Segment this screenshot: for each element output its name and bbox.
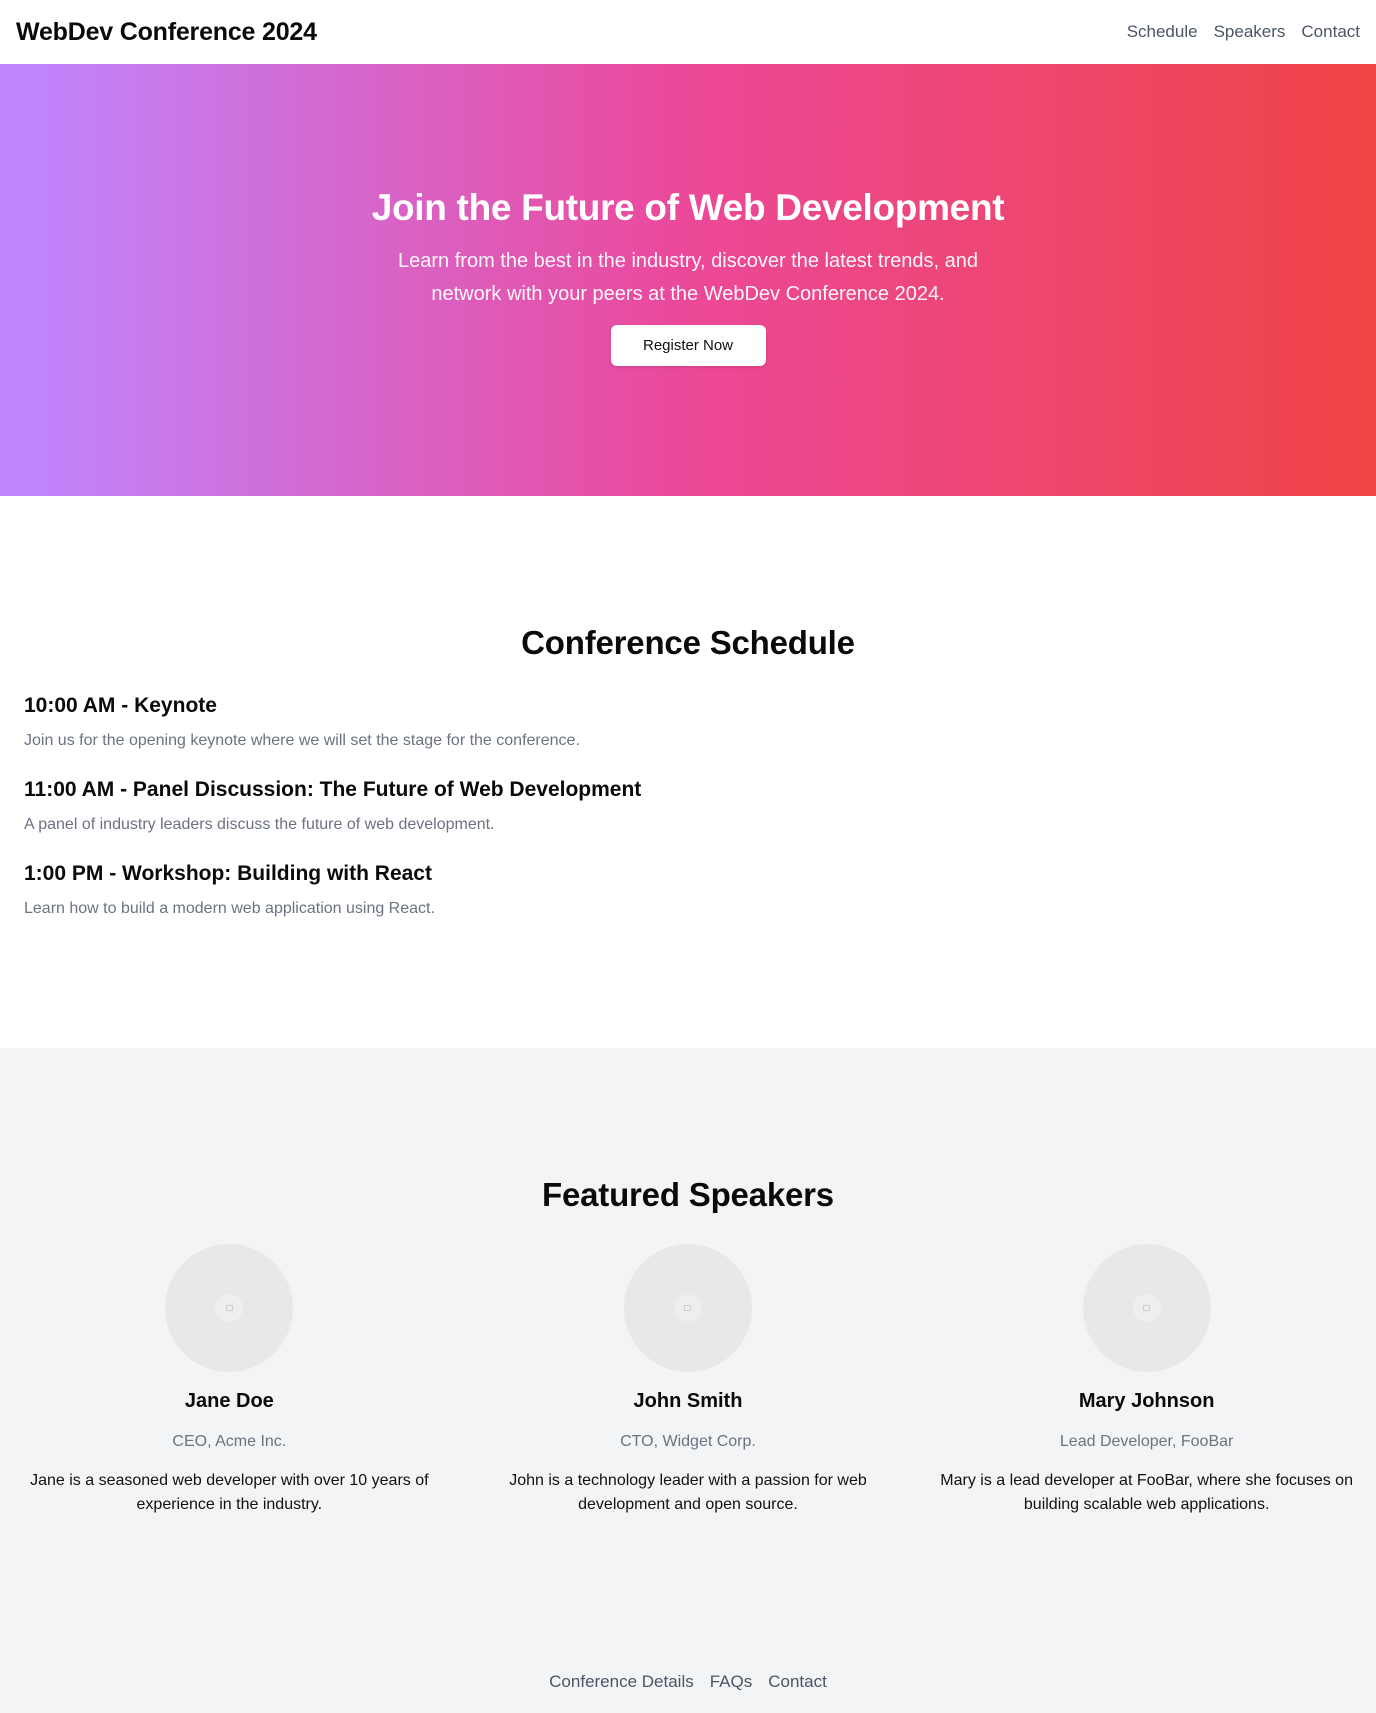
speaker-grid: Jane Doe CEO, Acme Inc. Jane is a season… [0, 1244, 1376, 1517]
speaker-bio: Mary is a lead developer at FooBar, wher… [940, 1472, 1353, 1513]
image-placeholder-icon [215, 1294, 244, 1322]
schedule-section: Conference Schedule 10:00 AM - Keynote J… [0, 496, 1376, 1048]
speaker-bio: John is a technology leader with a passi… [509, 1472, 867, 1513]
schedule-item-heading: 10:00 AM - Keynote [24, 694, 217, 717]
speaker-role: CEO, Acme Inc. [172, 1433, 287, 1450]
footer-nav: Conference Details FAQs Contact [0, 1672, 1376, 1692]
speaker-card: Mary Johnson Lead Developer, FooBar Mary… [917, 1244, 1376, 1517]
speaker-role: Lead Developer, FooBar [1059, 1433, 1234, 1450]
nav-link-speakers[interactable]: Speakers [1214, 22, 1286, 42]
site-title[interactable]: WebDev Conference 2024 [16, 18, 317, 47]
hero-subtitle: Learn from the best in the industry, dis… [398, 249, 978, 305]
hero-title: Join the Future of Web Development [371, 186, 1005, 228]
schedule-title: Conference Schedule [521, 624, 855, 661]
speaker-name: Mary Johnson [1078, 1390, 1215, 1412]
schedule-item: 10:00 AM - Keynote Join us for the openi… [24, 692, 641, 752]
speaker-name: John Smith [633, 1390, 743, 1412]
speakers-title: Featured Speakers [542, 1176, 834, 1213]
schedule-list: 10:00 AM - Keynote Join us for the openi… [24, 692, 641, 944]
speaker-bio: Jane is a seasoned web developer with ov… [30, 1472, 429, 1513]
nav-link-contact[interactable]: Contact [1301, 22, 1360, 42]
hero-banner: Join the Future of Web Development Learn… [0, 64, 1376, 496]
schedule-item: 11:00 AM - Panel Discussion: The Future … [24, 776, 641, 836]
speaker-avatar [1082, 1244, 1211, 1372]
speaker-card: John Smith CTO, Widget Corp. John is a t… [459, 1244, 918, 1517]
schedule-item-description: Learn how to build a modern web applicat… [24, 900, 435, 917]
schedule-item-heading: 1:00 PM - Workshop: Building with React [24, 862, 432, 885]
speaker-card: Jane Doe CEO, Acme Inc. Jane is a season… [0, 1244, 459, 1517]
nav-link-schedule[interactable]: Schedule [1127, 22, 1198, 42]
speaker-avatar [165, 1244, 294, 1372]
footer-link-faqs[interactable]: FAQs [710, 1672, 753, 1692]
footer-link-contact[interactable]: Contact [768, 1672, 827, 1692]
schedule-item-description: Join us for the opening keynote where we… [24, 732, 580, 749]
top-navbar: WebDev Conference 2024 Schedule Speakers… [0, 0, 1376, 64]
schedule-item: 1:00 PM - Workshop: Building with React … [24, 860, 641, 920]
speaker-role: CTO, Widget Corp. [620, 1433, 756, 1450]
register-now-button[interactable]: Register Now [610, 324, 766, 366]
main-nav: Schedule Speakers Contact [1127, 22, 1360, 42]
image-placeholder-icon [1132, 1294, 1161, 1322]
schedule-item-description: A panel of industry leaders discuss the … [24, 816, 495, 833]
speaker-avatar [623, 1244, 752, 1372]
speakers-section: Featured Speakers Jane Doe CEO, Acme Inc… [0, 1048, 1376, 1713]
footer-link-conference-details[interactable]: Conference Details [549, 1672, 694, 1692]
speaker-name: Jane Doe [184, 1390, 274, 1412]
schedule-item-heading: 11:00 AM - Panel Discussion: The Future … [24, 778, 642, 801]
image-placeholder-icon [673, 1294, 702, 1322]
